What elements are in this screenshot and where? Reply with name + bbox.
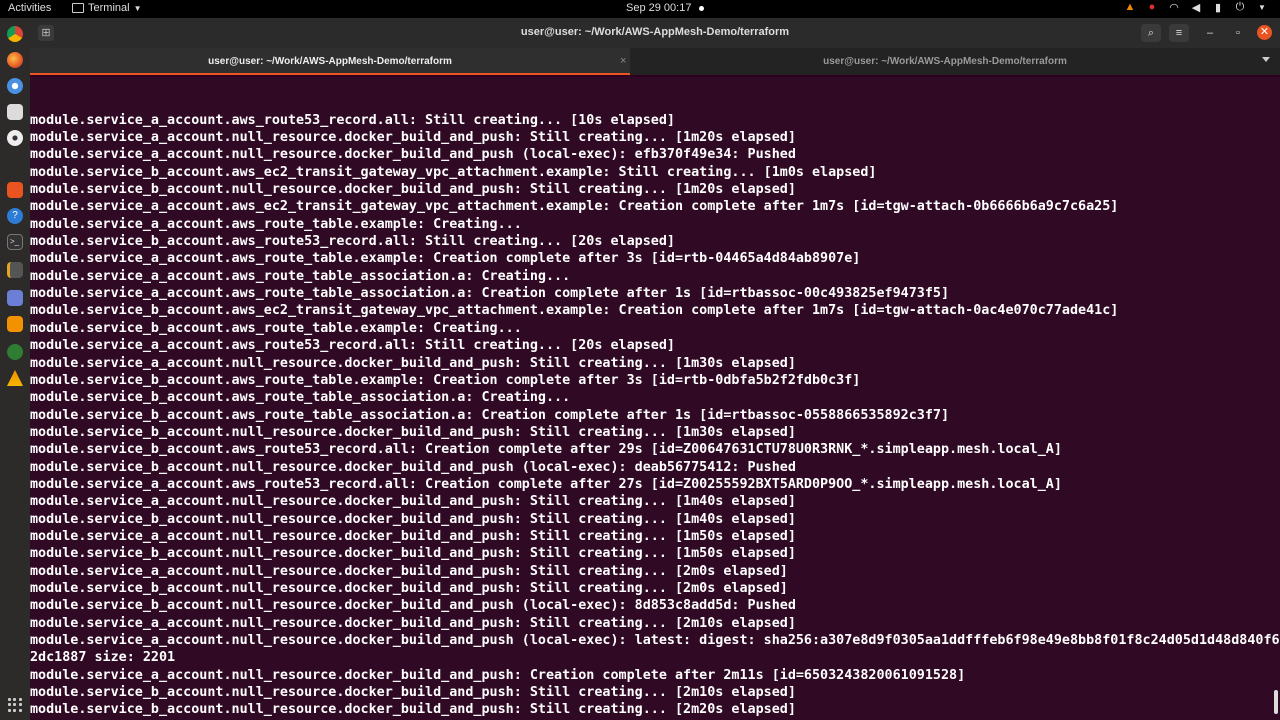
app-menu-label: Terminal <box>88 2 130 14</box>
terminal-line: module.service_b_account.null_resource.d… <box>30 598 796 614</box>
help-icon[interactable]: ? <box>7 208 23 224</box>
notification-dot-icon <box>699 5 705 11</box>
terminal-line: module.service_a_account.aws_route53_rec… <box>30 476 1062 492</box>
terminal-line: module.service_b_account.null_resource.d… <box>30 580 788 596</box>
battery-icon: ▮ <box>1214 1 1222 14</box>
close-tab-icon[interactable]: × <box>620 55 626 67</box>
software-icon[interactable] <box>7 182 23 198</box>
disk-icon[interactable] <box>7 130 23 146</box>
window-title: user@user: ~/Work/AWS-AppMesh-Demo/terra… <box>520 26 790 38</box>
close-button[interactable]: ✕ <box>1257 25 1272 40</box>
dock: ? >_ <box>0 18 30 720</box>
terminal-line: module.service_a_account.null_resource.d… <box>30 355 796 371</box>
terminal-line: module.service_b_account.null_resource.d… <box>30 702 796 718</box>
terminal-line: module.service_b_account.null_resource.d… <box>30 424 796 440</box>
screenshot-icon[interactable] <box>7 290 23 306</box>
vlc-tray-icon[interactable]: ▲ <box>1124 1 1136 13</box>
terminal-line: module.service_a_account.aws_route_table… <box>30 268 571 284</box>
terminal-line: 2dc1887 size: 2201 <box>30 650 176 666</box>
terminal-line: module.service_a_account.aws_route_table… <box>30 286 950 302</box>
clock-label: Sep 29 00:17 <box>626 2 692 14</box>
minimize-button[interactable]: – <box>1200 24 1220 42</box>
volume-icon: ◀ <box>1191 1 1201 14</box>
terminal-line: module.service_a_account.null_resource.d… <box>30 633 1280 648</box>
hamburger-menu-icon[interactable]: ≡ <box>1169 24 1189 42</box>
clock[interactable]: Sep 29 00:17 <box>626 2 705 14</box>
terminal-line: module.service_b_account.aws_route53_rec… <box>30 442 1062 458</box>
terminal-app-icon <box>72 3 84 13</box>
terminal-line: module.service_b_account.aws_route53_rec… <box>30 234 675 250</box>
terminal-line: module.service_b_account.null_resource.d… <box>30 459 796 475</box>
wifi-icon: ◠ <box>1169 1 1179 14</box>
activities-button[interactable]: Activities <box>8 2 51 14</box>
terminal-line: module.service_b_account.aws_route_table… <box>30 372 861 388</box>
top-bar: Activities Terminal ▼ Sep 29 00:17 ▲ ● ◠… <box>0 0 1280 18</box>
terminal-icon[interactable]: >_ <box>7 234 23 250</box>
tab-bar: user@user: ~/Work/AWS-AppMesh-Demo/terra… <box>30 48 1280 75</box>
terminal-line: module.service_b_account.aws_route_table… <box>30 407 950 423</box>
terminal-line: module.service_a_account.null_resource.d… <box>30 563 788 579</box>
show-applications-icon[interactable] <box>8 698 22 712</box>
globe-icon[interactable] <box>7 344 23 360</box>
tab-terminal-2[interactable]: user@user: ~/Work/AWS-AppMesh-Demo/terra… <box>635 48 1255 75</box>
window-titlebar: ⊞ user@user: ~/Work/AWS-AppMesh-Demo/ter… <box>30 18 1280 48</box>
chevron-down-icon: ▼ <box>133 3 142 13</box>
system-tray[interactable]: ▲ ● ◠ ◀ ▮ ⏻ ▼ <box>1124 0 1268 14</box>
terminal-line: module.service_a_account.null_resource.d… <box>30 667 966 683</box>
terminal-line: module.service_a_account.null_resource.d… <box>30 615 796 631</box>
terminal-line: module.service_a_account.null_resource.d… <box>30 147 796 163</box>
terminal-line: module.service_a_account.aws_route53_rec… <box>30 338 675 354</box>
terminal-output[interactable]: module.service_a_account.aws_route53_rec… <box>30 77 1280 720</box>
power-icon: ⏻ <box>1235 0 1245 13</box>
terminal-line: module.service_a_account.null_resource.d… <box>30 528 796 544</box>
app-menu[interactable]: Terminal ▼ <box>72 2 142 14</box>
tab-label: user@user: ~/Work/AWS-AppMesh-Demo/terra… <box>208 56 452 67</box>
terminal-line: module.service_a_account.aws_route_table… <box>30 216 522 232</box>
terminal-line: module.service_a_account.aws_route_table… <box>30 251 861 267</box>
terminal-line: module.service_a_account.null_resource.d… <box>30 494 796 510</box>
terminal-line: module.service_b_account.aws_route_table… <box>30 320 522 336</box>
terminal-line: module.service_a_account.null_resource.d… <box>30 130 796 146</box>
tab-terminal-1[interactable]: user@user: ~/Work/AWS-AppMesh-Demo/terra… <box>30 48 630 75</box>
tab-label: user@user: ~/Work/AWS-AppMesh-Demo/terra… <box>823 56 1067 67</box>
chevron-down-icon: ▼ <box>1258 2 1266 12</box>
terminal-line: module.service_b_account.null_resource.d… <box>30 182 796 198</box>
vlc-icon[interactable] <box>7 316 23 332</box>
text-editor-icon[interactable] <box>7 262 23 278</box>
terminal-line: module.service_b_account.null_resource.d… <box>30 685 796 701</box>
terminal-line: module.service_b_account.aws_ec2_transit… <box>30 164 877 180</box>
chromium-icon[interactable] <box>7 78 23 94</box>
scrollbar[interactable] <box>1274 690 1278 714</box>
tabs-menu-chevron-icon[interactable] <box>1262 57 1270 62</box>
files-icon[interactable] <box>7 104 23 120</box>
terminal-line: module.service_a_account.aws_route53_rec… <box>30 112 675 128</box>
chrome-icon[interactable] <box>7 26 23 42</box>
terminal-line: module.service_b_account.aws_route_table… <box>30 390 571 406</box>
search-icon[interactable]: ⌕ <box>1141 24 1161 42</box>
restore-button[interactable]: ▫ <box>1228 24 1248 42</box>
firefox-icon[interactable] <box>7 52 23 68</box>
terminal-line: module.service_b_account.null_resource.d… <box>30 511 796 527</box>
terminal-line: module.service_b_account.null_resource.d… <box>30 546 796 562</box>
vlc-cone-icon[interactable] <box>7 370 23 386</box>
terminal-line: module.service_a_account.aws_ec2_transit… <box>30 199 1119 215</box>
record-tray-icon[interactable]: ● <box>1146 1 1158 13</box>
terminal-line: module.service_b_account.aws_ec2_transit… <box>30 303 1119 319</box>
